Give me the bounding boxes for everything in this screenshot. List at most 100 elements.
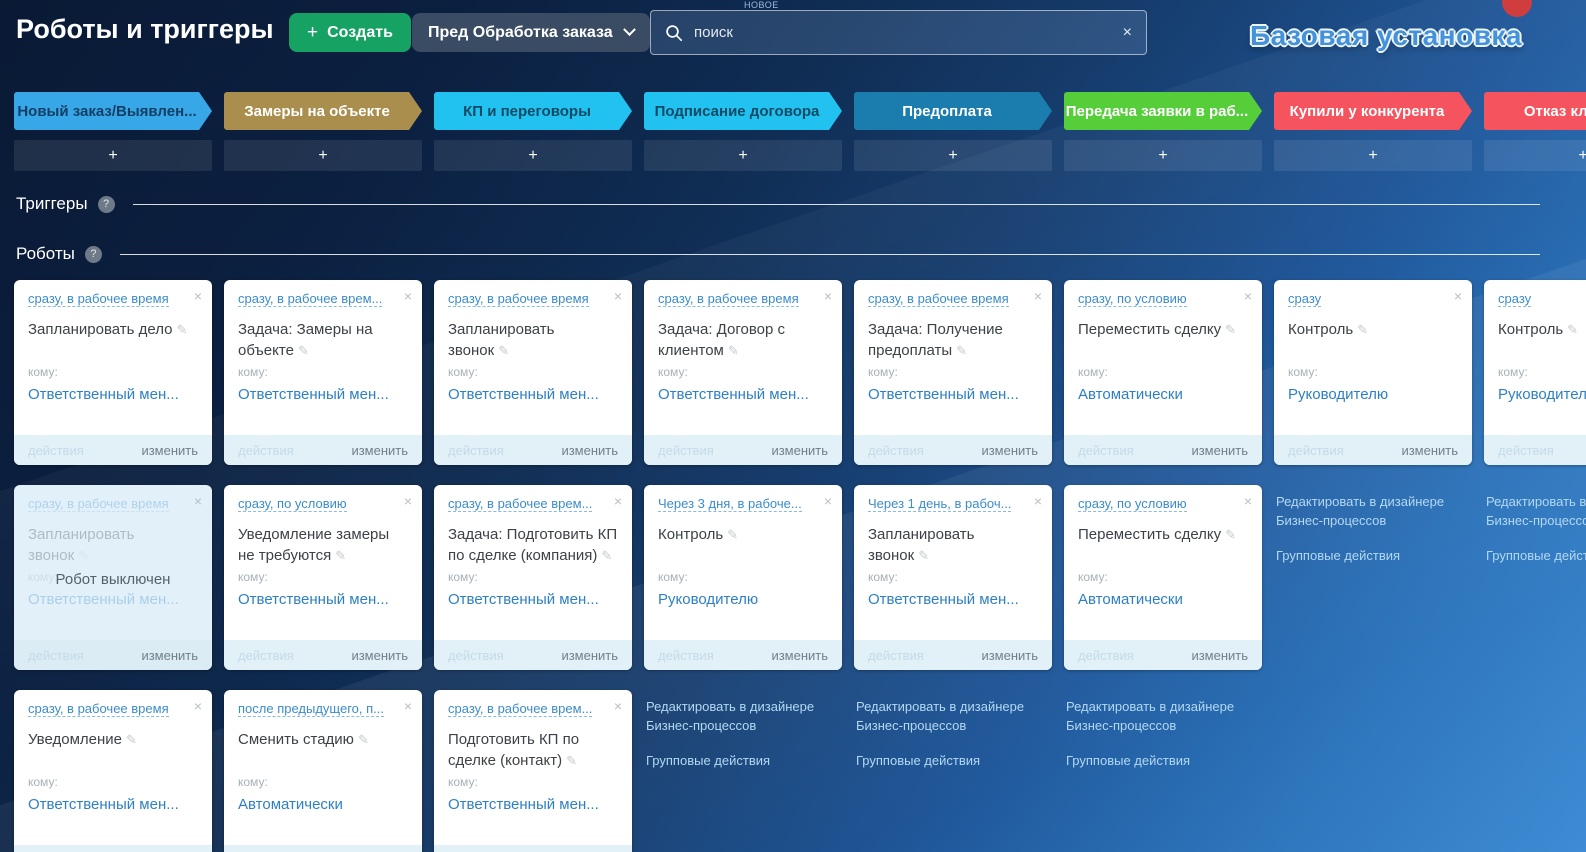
robot-schedule-link[interactable]: сразу, в рабочее врем... bbox=[238, 291, 383, 307]
edit-pencil-icon[interactable]: ✎ bbox=[298, 343, 309, 358]
actions-button[interactable]: действия bbox=[448, 648, 504, 663]
edit-pencil-icon[interactable]: ✎ bbox=[1225, 527, 1236, 542]
add-robot-button[interactable]: + bbox=[854, 140, 1052, 171]
robot-assignee-link[interactable]: Руководителю bbox=[658, 591, 758, 608]
stage-chip[interactable]: Передача заявки в раб... bbox=[1064, 92, 1262, 130]
edit-pencil-icon[interactable]: ✎ bbox=[1225, 322, 1236, 337]
edit-pencil-icon[interactable]: ✎ bbox=[498, 343, 509, 358]
robot-assignee-link[interactable]: Ответственный мен... bbox=[238, 591, 389, 608]
robot-schedule-link[interactable]: сразу bbox=[1498, 291, 1532, 307]
help-icon[interactable]: ? bbox=[84, 245, 102, 263]
group-actions-link[interactable]: Групповые действия bbox=[1276, 547, 1470, 566]
bp-designer-link[interactable]: Редактировать в дизайнере Бизнес-процесс… bbox=[1066, 698, 1260, 736]
actions-button[interactable]: действия bbox=[1078, 648, 1134, 663]
robot-schedule-link[interactable]: сразу, по условию bbox=[238, 496, 347, 512]
robot-schedule-link[interactable]: сразу bbox=[1288, 291, 1322, 307]
actions-button[interactable]: действия bbox=[238, 443, 294, 458]
edit-button[interactable]: изменить bbox=[141, 443, 198, 458]
edit-pencil-icon[interactable]: ✎ bbox=[727, 527, 738, 542]
robot-schedule-link[interactable]: сразу, в рабочее врем... bbox=[448, 496, 593, 512]
actions-button[interactable]: действия bbox=[28, 443, 84, 458]
close-icon[interactable]: × bbox=[194, 699, 202, 713]
close-icon[interactable]: × bbox=[1244, 494, 1252, 508]
robot-assignee-link[interactable]: Руководителю bbox=[1498, 386, 1586, 403]
robot-assignee-link[interactable]: Ответственный мен... bbox=[658, 386, 809, 403]
edit-pencil-icon[interactable]: ✎ bbox=[335, 548, 346, 563]
edit-pencil-icon[interactable]: ✎ bbox=[177, 322, 188, 337]
close-icon[interactable]: × bbox=[404, 494, 412, 508]
actions-button[interactable]: действия bbox=[448, 443, 504, 458]
add-robot-button[interactable]: + bbox=[224, 140, 422, 171]
robot-schedule-link[interactable]: Через 1 день, в рабоч... bbox=[868, 496, 1012, 512]
robot-assignee-link[interactable]: Ответственный мен... bbox=[28, 796, 179, 813]
edit-button[interactable]: изменить bbox=[561, 443, 618, 458]
edit-button[interactable]: изменить bbox=[141, 648, 198, 663]
edit-button[interactable]: изменить bbox=[1401, 443, 1458, 458]
group-actions-link[interactable]: Групповые действия bbox=[856, 752, 1050, 771]
edit-pencil-icon[interactable]: ✎ bbox=[1567, 322, 1578, 337]
robot-assignee-link[interactable]: Ответственный мен... bbox=[448, 796, 599, 813]
close-icon[interactable]: × bbox=[614, 699, 622, 713]
edit-button[interactable]: изменить bbox=[981, 648, 1038, 663]
stage-chip[interactable]: Подписание договора bbox=[644, 92, 842, 130]
close-icon[interactable]: × bbox=[1454, 289, 1462, 303]
edit-pencil-icon[interactable]: ✎ bbox=[566, 753, 577, 768]
add-robot-button[interactable]: + bbox=[1274, 140, 1472, 171]
search-input[interactable] bbox=[694, 24, 1112, 41]
stage-chip[interactable]: Замеры на объекте bbox=[224, 92, 422, 130]
robot-schedule-link[interactable]: сразу, по условию bbox=[1078, 496, 1187, 512]
robot-schedule-link[interactable]: Через 3 дня, в рабоче... bbox=[658, 496, 802, 512]
robot-assignee-link[interactable]: Автоматически bbox=[238, 796, 343, 813]
robot-assignee-link[interactable]: Автоматически bbox=[1078, 591, 1183, 608]
edit-button[interactable]: изменить bbox=[981, 443, 1038, 458]
robot-assignee-link[interactable]: Ответственный мен... bbox=[238, 386, 389, 403]
robot-assignee-link[interactable]: Руководителю bbox=[1288, 386, 1388, 403]
edit-button[interactable]: изменить bbox=[1191, 648, 1248, 663]
close-icon[interactable]: × bbox=[1034, 494, 1042, 508]
robot-assignee-link[interactable]: Ответственный мен... bbox=[448, 386, 599, 403]
edit-button[interactable]: изменить bbox=[771, 648, 828, 663]
bp-designer-link[interactable]: Редактировать в дизайнере Бизнес-процесс… bbox=[1486, 493, 1586, 531]
edit-button[interactable]: изменить bbox=[351, 648, 408, 663]
help-icon[interactable]: ? bbox=[97, 195, 115, 213]
close-icon[interactable]: × bbox=[614, 494, 622, 508]
add-robot-button[interactable]: + bbox=[1064, 140, 1262, 171]
actions-button[interactable]: действия bbox=[1498, 443, 1554, 458]
bp-designer-link[interactable]: Редактировать в дизайнере Бизнес-процесс… bbox=[1276, 493, 1470, 531]
add-robot-button[interactable]: + bbox=[1484, 140, 1586, 171]
close-icon[interactable]: × bbox=[1244, 289, 1252, 303]
group-actions-link[interactable]: Групповые действия bbox=[1486, 547, 1586, 566]
robot-schedule-link[interactable]: сразу, в рабочее время bbox=[28, 496, 169, 512]
edit-pencil-icon[interactable]: ✎ bbox=[1357, 322, 1368, 337]
edit-button[interactable]: изменить bbox=[561, 648, 618, 663]
actions-button[interactable]: действия bbox=[28, 648, 84, 663]
close-icon[interactable]: × bbox=[404, 289, 412, 303]
edit-pencil-icon[interactable]: ✎ bbox=[358, 732, 369, 747]
close-icon[interactable]: × bbox=[824, 289, 832, 303]
actions-button[interactable]: действия bbox=[868, 443, 924, 458]
stage-chip[interactable]: Новый заказ/Выявлен... bbox=[14, 92, 212, 130]
bp-designer-link[interactable]: Редактировать в дизайнере Бизнес-процесс… bbox=[646, 698, 840, 736]
close-icon[interactable]: × bbox=[194, 289, 202, 303]
robot-assignee-link[interactable]: Ответственный мен... bbox=[448, 591, 599, 608]
edit-button[interactable]: изменить bbox=[771, 443, 828, 458]
robot-assignee-link[interactable]: Ответственный мен... bbox=[28, 591, 179, 608]
stage-chip[interactable]: Отказ клиента bbox=[1484, 92, 1586, 130]
close-icon[interactable]: × bbox=[1034, 289, 1042, 303]
robot-assignee-link[interactable]: Ответственный мен... bbox=[28, 386, 179, 403]
robot-schedule-link[interactable]: сразу, в рабочее врем... bbox=[448, 701, 593, 717]
robot-schedule-link[interactable]: сразу, в рабочее время bbox=[28, 291, 169, 307]
add-robot-button[interactable]: + bbox=[434, 140, 632, 171]
actions-button[interactable]: действия bbox=[1078, 443, 1134, 458]
robot-schedule-link[interactable]: сразу, по условию bbox=[1078, 291, 1187, 307]
edit-pencil-icon[interactable]: ✎ bbox=[126, 732, 137, 747]
add-robot-button[interactable]: + bbox=[644, 140, 842, 171]
robot-assignee-link[interactable]: Ответственный мен... bbox=[868, 386, 1019, 403]
actions-button[interactable]: действия bbox=[658, 443, 714, 458]
close-icon[interactable]: × bbox=[404, 699, 412, 713]
group-actions-link[interactable]: Групповые действия bbox=[1066, 752, 1260, 771]
robot-schedule-link[interactable]: сразу, в рабочее время bbox=[658, 291, 799, 307]
add-robot-button[interactable]: + bbox=[14, 140, 212, 171]
notification-badge[interactable] bbox=[1502, 0, 1532, 17]
edit-pencil-icon[interactable]: ✎ bbox=[601, 548, 612, 563]
